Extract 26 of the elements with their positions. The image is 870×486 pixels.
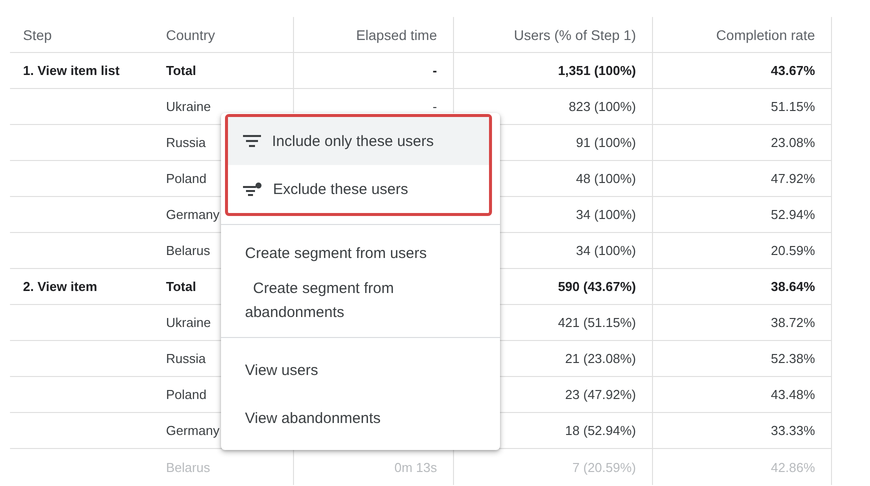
column-header: Users (% of Step 1) (453, 17, 652, 53)
filter-icon (243, 135, 261, 147)
table-cell: 23.08% (652, 125, 832, 161)
table-cell: 1. View item list (10, 53, 155, 89)
table-cell: 1,351 (100%) (453, 53, 652, 89)
filter-dot-icon (243, 182, 262, 196)
table-cell: 42.86% (652, 449, 832, 485)
menu-item[interactable]: Include only these users (228, 117, 489, 165)
table-cell: 38.64% (652, 269, 832, 305)
column-header: Completion rate (652, 17, 832, 53)
table-cell: 52.38% (652, 341, 832, 377)
table-cell: 51.15% (652, 89, 832, 125)
column-header: Country (155, 17, 293, 53)
table-cell: 20.59% (652, 233, 832, 269)
table-cell: 33.33% (652, 413, 832, 449)
table-cell-text: Belarus (165, 458, 212, 476)
table-cell: 38.72% (652, 305, 832, 341)
table-cell: 47.92% (652, 161, 832, 197)
table-cell: - (293, 53, 453, 89)
table-cell: 52.94% (652, 197, 832, 233)
table-cell: 43.67% (652, 53, 832, 89)
table-cell: 2. View item (10, 269, 155, 305)
table-cell: Total (155, 53, 293, 89)
table-cell: 43.48% (652, 377, 832, 413)
column-header: Elapsed time (293, 17, 453, 53)
column-header: Step (10, 17, 155, 53)
